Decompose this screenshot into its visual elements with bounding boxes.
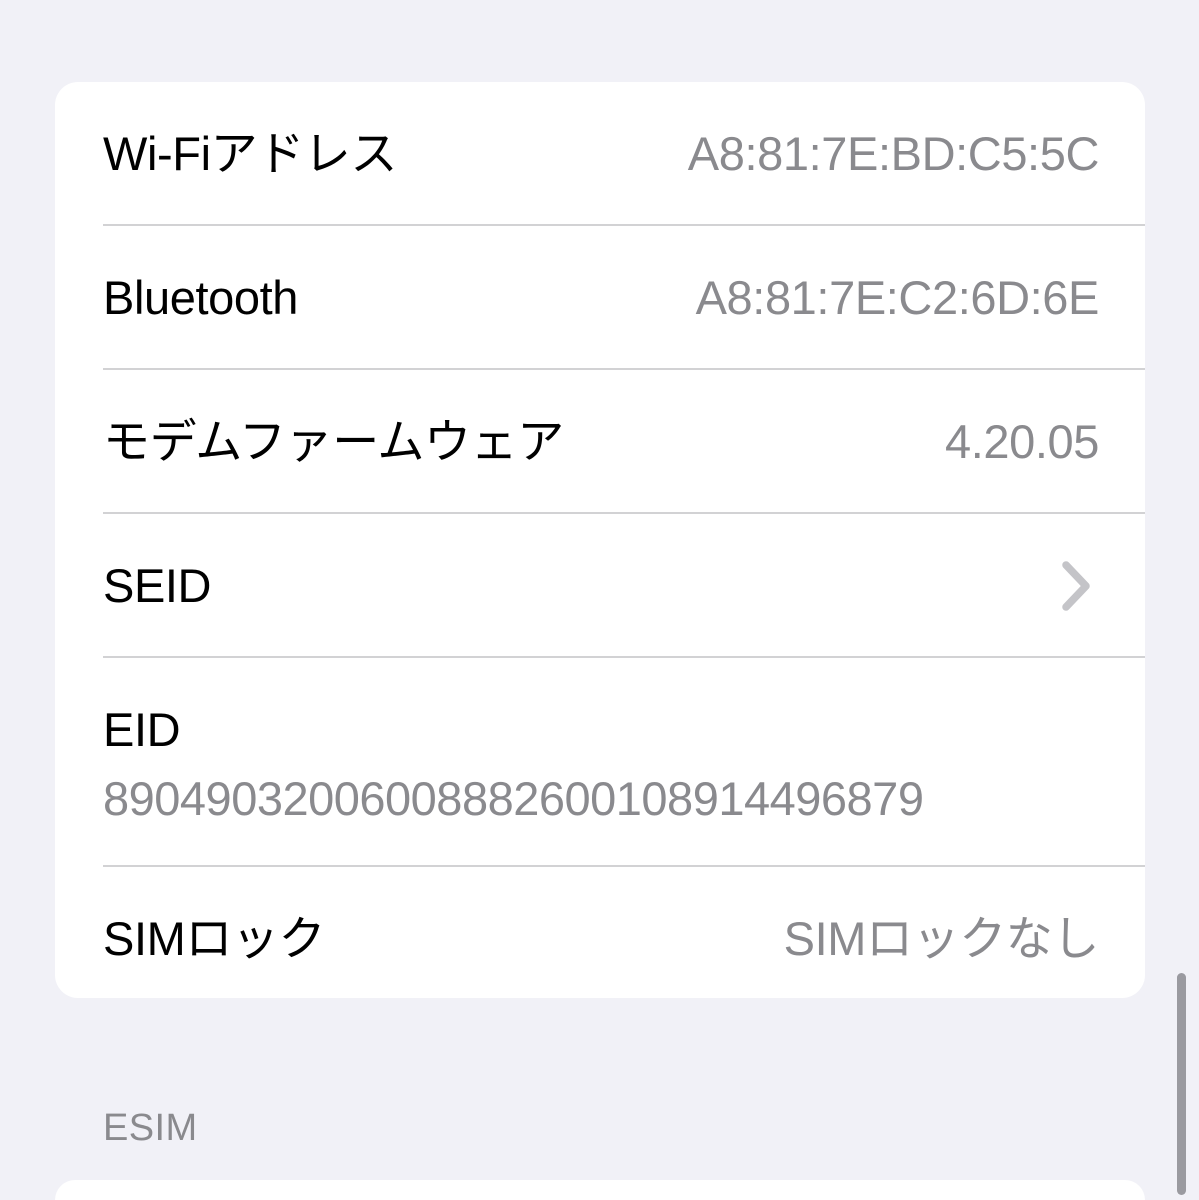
- row-modem-firmware[interactable]: モデムファームウェア 4.20.05: [55, 370, 1145, 514]
- device-info-group: Wi-Fiアドレス A8:81:7E:BD:C5:5C Bluetooth A8…: [55, 82, 1145, 998]
- row-label: SEID: [103, 558, 212, 612]
- row-bluetooth-address[interactable]: Bluetooth A8:81:7E:C2:6D:6E: [55, 226, 1145, 370]
- row-value: SIMロックなし: [783, 911, 1100, 965]
- row-label: Wi-Fiアドレス: [103, 126, 398, 180]
- row-value: A8:81:7E:C2:6D:6E: [695, 270, 1100, 324]
- row-sim-lock[interactable]: SIMロック SIMロックなし: [55, 867, 1145, 998]
- row-value: 4.20.05: [944, 414, 1099, 468]
- row-label: SIMロック: [103, 911, 326, 965]
- chevron-right-icon: [1059, 557, 1095, 615]
- settings-about-screen: Wi-Fiアドレス A8:81:7E:BD:C5:5C Bluetooth A8…: [0, 0, 1199, 1200]
- row-label: Bluetooth: [103, 270, 299, 324]
- section-header-esim: ESIM: [103, 1107, 198, 1149]
- esim-group: [55, 1180, 1145, 1200]
- row-eid[interactable]: EID 89049032006008882600108914496879: [55, 658, 1145, 867]
- row-seid[interactable]: SEID: [55, 514, 1145, 658]
- row-label: モデムファームウェア: [103, 414, 564, 468]
- vertical-scroll-indicator[interactable]: [1177, 973, 1186, 1195]
- row-label: EID: [103, 702, 181, 756]
- row-value: 89049032006008882600108914496879: [103, 771, 924, 825]
- row-value: A8:81:7E:BD:C5:5C: [687, 126, 1100, 180]
- row-wifi-address[interactable]: Wi-Fiアドレス A8:81:7E:BD:C5:5C: [55, 82, 1145, 226]
